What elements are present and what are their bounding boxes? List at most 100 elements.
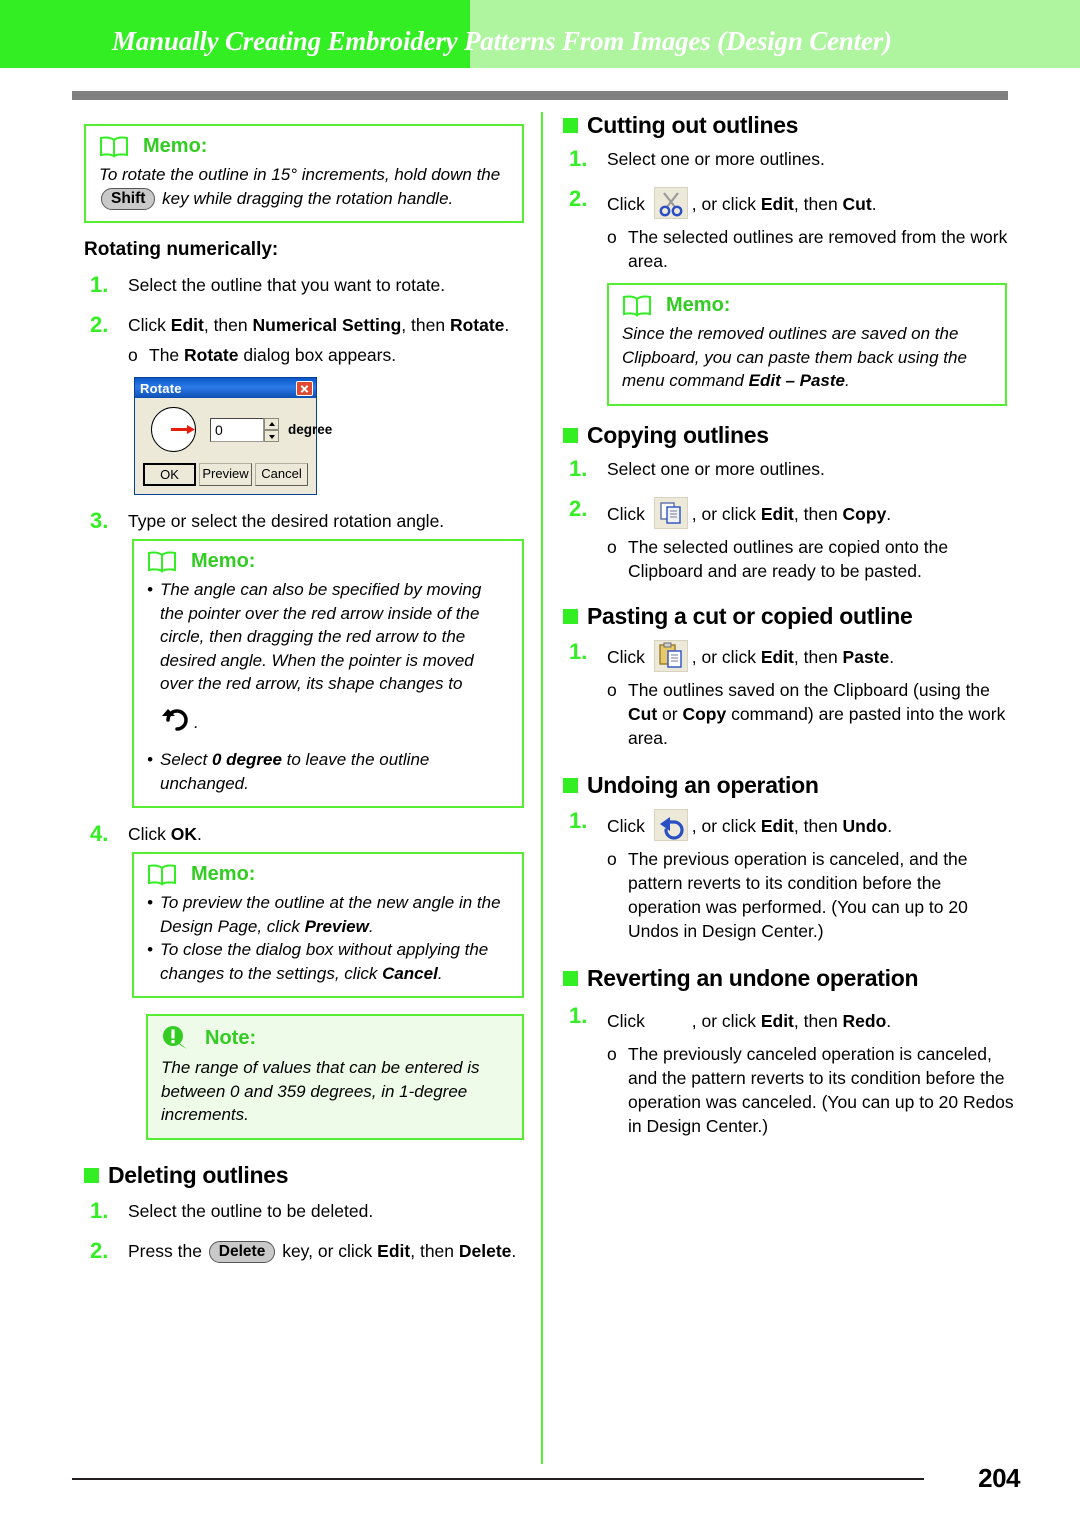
- menu-numerical-setting: Numerical Setting: [252, 315, 402, 335]
- step-text-part: , then: [793, 503, 843, 524]
- memo-text-before-key: To rotate the outline in 15° increments,…: [99, 165, 501, 184]
- bullet-dot: •: [147, 580, 153, 599]
- callout-label: Memo:: [143, 135, 208, 157]
- bullet-marker: o: [607, 536, 617, 557]
- step-text-part: , or click: [691, 194, 761, 214]
- page-number: 204: [978, 1463, 1020, 1493]
- callout-header: Memo:: [99, 135, 509, 158]
- section-bullet-icon: [563, 970, 578, 986]
- memo-preview-cancel: Memo: • To preview the outline at the ne…: [132, 852, 524, 998]
- footer-divider-rule: [72, 1478, 924, 1480]
- right-column: Cutting out outlines 1. Select one or mo…: [563, 112, 1015, 1138]
- angle-dial[interactable]: [151, 407, 196, 452]
- menu-redo: Redo: [842, 1010, 887, 1031]
- menu-undo: Undo: [842, 815, 888, 836]
- step-number: 2.: [90, 1237, 109, 1263]
- bullet-dot: •: [147, 940, 153, 959]
- step-text-part: , or click: [691, 815, 761, 836]
- bullet-text-part: .: [368, 916, 374, 936]
- menu-copy: Copy: [682, 703, 727, 724]
- memo-clipboard-paste: Memo: Since the removed outlines are sav…: [607, 283, 1007, 406]
- section-bullet-icon: [84, 1167, 99, 1183]
- note-value-range: Note: The range of values that can be en…: [146, 1014, 524, 1140]
- subheading-rotating-numerically: Rotating numerically:: [84, 239, 279, 260]
- sub-bullet-text: The previously canceled operation is can…: [628, 1043, 1014, 1136]
- sub-text-part: The outlines saved on the Clipboard (usi…: [628, 679, 990, 700]
- bullet-text-part: Select: [160, 750, 212, 769]
- section-heading-cutting-out-outlines: Cutting out outlines: [563, 112, 1015, 139]
- step-text-part: Click: [607, 815, 650, 836]
- rotate-cursor-trailing: .: [194, 713, 199, 732]
- sub-text-part: The: [149, 345, 185, 365]
- step-item: 2. Click , or click Edit, then Cut.: [563, 187, 1015, 219]
- angle-spinner[interactable]: 0: [210, 417, 279, 442]
- step-number: 1.: [90, 272, 109, 297]
- sub-bullet: o The selected outlines are removed from…: [563, 225, 1015, 273]
- spinner-down-icon[interactable]: [264, 429, 279, 442]
- menu-paste: Paste: [842, 646, 890, 667]
- cancel-button[interactable]: Cancel: [255, 463, 308, 486]
- section-heading-text: Cutting out outlines: [587, 112, 799, 138]
- undo-icon[interactable]: [653, 808, 688, 841]
- callout-bullet: • To close the dialog box without applyi…: [147, 938, 509, 985]
- section-heading-text: Undoing an operation: [587, 771, 819, 798]
- dialog-angle-row: 0 degree: [143, 407, 332, 452]
- sub-bullet: o The outlines saved on the Clipboard (u…: [563, 678, 1015, 750]
- sub-bullet: o The previously canceled operation is c…: [563, 1042, 1015, 1138]
- step-item: 1. Click , or click Edit, then Undo.: [563, 808, 1015, 841]
- menu-cut: Cut: [628, 703, 658, 724]
- section-bullet-icon: [563, 777, 578, 793]
- menu-edit: Edit: [760, 194, 794, 214]
- step-item: 4. Click OK.: [84, 822, 524, 846]
- callout-bullet: • The angle can also be specified by mov…: [147, 578, 509, 696]
- step-item: 1. Select the outline to be deleted.: [84, 1198, 524, 1223]
- step-item: 1. Select the outline that you want to r…: [84, 273, 524, 297]
- callout-label: Memo:: [191, 863, 256, 885]
- step-number: 1.: [569, 638, 588, 664]
- step-number: 1.: [569, 146, 588, 171]
- preview-button[interactable]: Preview: [199, 463, 252, 486]
- sub-text-part: dialog box appears.: [238, 345, 397, 365]
- section-heading-undoing-operation: Undoing an operation: [563, 772, 1015, 799]
- step-text-part: , then: [793, 194, 843, 214]
- scissors-icon[interactable]: [653, 187, 688, 219]
- step-text: Type or select the desired rotation angl…: [128, 511, 445, 531]
- bullet-dot: •: [147, 893, 153, 912]
- step-item: 2. Click , or click Edit, then Copy.: [563, 496, 1015, 529]
- callout-header: Note:: [161, 1025, 509, 1051]
- column-divider: [541, 112, 543, 1464]
- menu-edit: Edit: [760, 1010, 794, 1031]
- sub-bullet-text: The selected outlines are removed from t…: [628, 227, 1008, 271]
- value-zero-degree: 0 degree: [211, 750, 282, 769]
- menu-edit: Edit: [377, 1240, 411, 1261]
- redo-icon[interactable]: [654, 1004, 688, 1036]
- step-text-part: .: [889, 646, 895, 667]
- copy-icon[interactable]: [653, 496, 688, 529]
- page-header: Manually Creating Embroidery Patterns Fr…: [0, 0, 1080, 68]
- step-item: 1. Select one or more outlines.: [563, 456, 1015, 481]
- bullet-marker: o: [607, 679, 617, 700]
- bullet-marker: o: [607, 1043, 617, 1064]
- angle-input[interactable]: 0: [210, 417, 264, 442]
- callout-body: To rotate the outline in 15° increments,…: [99, 163, 509, 210]
- spinner-up-icon[interactable]: [264, 417, 279, 430]
- sub-text-part: or: [657, 703, 683, 724]
- spinner-arrows[interactable]: [264, 417, 279, 442]
- close-icon[interactable]: [296, 380, 313, 396]
- step-text-part: , then: [401, 315, 450, 335]
- step-text-part: , then: [793, 815, 843, 836]
- step-text: Click , or click Edit, then Undo.: [607, 808, 1015, 841]
- step-text-part: .: [511, 1240, 517, 1261]
- button-preview-ref: Preview: [304, 916, 369, 936]
- book-icon: [99, 135, 129, 158]
- step-text: Click , or click Edit, then Cut.: [607, 187, 1015, 219]
- paste-icon[interactable]: [653, 639, 688, 672]
- menu-edit: Edit: [760, 503, 794, 524]
- ok-button[interactable]: OK: [143, 463, 196, 486]
- bullet-dot: •: [147, 750, 153, 769]
- callout-bullet-text: The angle can also be specified by movin…: [160, 580, 482, 693]
- step-text-part: .: [886, 503, 892, 524]
- step-text-part: , or click: [691, 1010, 761, 1031]
- step-text: Click Edit, then Numerical Setting, then…: [128, 313, 524, 337]
- button-ok-ref: OK: [170, 824, 198, 844]
